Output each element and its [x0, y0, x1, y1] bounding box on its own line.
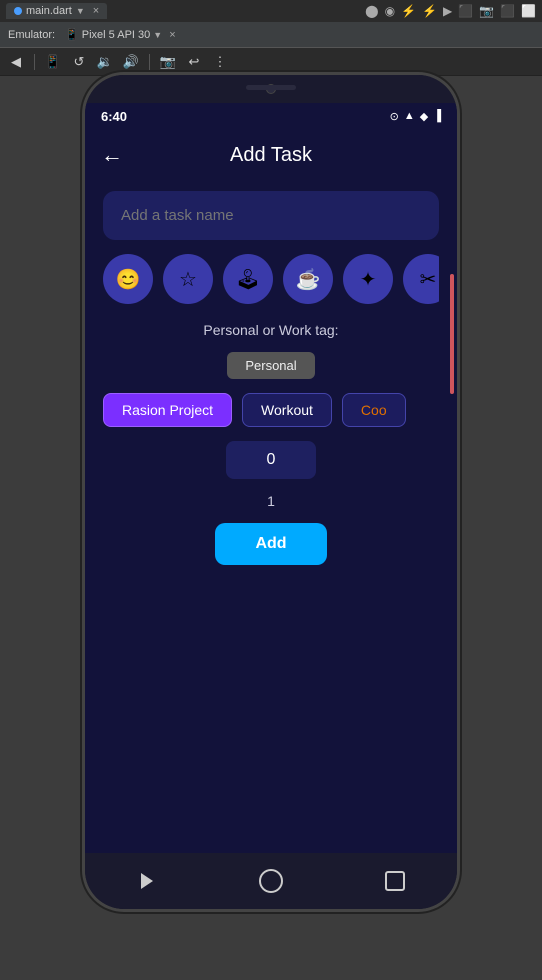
- workout-tag-label: Workout: [261, 402, 313, 418]
- cook-tag-label: Coo: [361, 402, 387, 418]
- app-screen: ← Add Task 😊 ☆ 🕹 ☕ ✦ ✂ Personal or Work …: [85, 129, 457, 853]
- phone-bottom-nav: [85, 853, 457, 909]
- topbar-icons: ⬤ ◉ ⚡ ⚡ ▶ ⬛ 📷 ⬛ ⬜: [365, 4, 536, 18]
- wand-icon-btn[interactable]: ✦: [343, 254, 393, 304]
- app-header: ← Add Task: [85, 129, 457, 181]
- personal-tag-button[interactable]: Personal: [227, 352, 314, 379]
- scroll-indicator: [450, 274, 454, 394]
- tags-row: Rasion Project Workout Coo: [103, 393, 439, 427]
- phone-frame: 6:40 ⊙ ▲ ◆ ▐ ← Add Task 😊 ☆ 🕹 ☕: [82, 72, 460, 912]
- phone-icon: 📱: [65, 28, 79, 41]
- add-button[interactable]: Add: [215, 523, 326, 565]
- tag-label: Personal or Work tag:: [103, 322, 439, 338]
- location-icon: ⊙: [390, 110, 399, 123]
- icon-3: ⚡: [401, 4, 416, 18]
- rasion-tag-label: Rasion Project: [122, 402, 213, 418]
- number-value: 0: [267, 451, 276, 468]
- toolbar-back[interactable]: ◀: [6, 52, 26, 72]
- icon-1: ⬤: [365, 4, 378, 18]
- icon-5: ▶: [443, 4, 452, 18]
- tab-dot: [14, 7, 22, 15]
- ide-secondbar: Emulator: 📱 Pixel 5 API 30 ▼ ×: [0, 22, 542, 48]
- tab-chevron: ▼: [76, 6, 85, 16]
- back-icon: ←: [101, 142, 123, 168]
- tools-icon-btn[interactable]: ✂: [403, 254, 439, 304]
- workout-tag[interactable]: Workout: [242, 393, 332, 427]
- emulator-device[interactable]: 📱 Pixel 5 API 30 ▼ ×: [65, 28, 176, 41]
- toolbar-more[interactable]: ⋮: [210, 52, 230, 72]
- icon-6: ⬛: [458, 4, 473, 18]
- nav-home-button[interactable]: [253, 863, 289, 899]
- icon-2: ◉: [385, 4, 395, 18]
- phone-notch: [85, 75, 457, 103]
- cook-tag[interactable]: Coo: [342, 393, 406, 427]
- nav-home-icon: [259, 869, 283, 893]
- battery-icon: ▐: [433, 110, 441, 122]
- emulator-label-text: Emulator:: [8, 29, 55, 41]
- personal-tag-label: Personal: [245, 358, 296, 373]
- icon-7: 📷: [479, 4, 494, 18]
- toolbar-vol-up[interactable]: 🔊: [121, 52, 141, 72]
- counter-label: 1: [103, 493, 439, 509]
- app-content: 😊 ☆ 🕹 ☕ ✦ ✂ Personal or Work tag: Person…: [85, 181, 457, 853]
- emulator-device-label: Pixel 5 API 30: [82, 29, 151, 41]
- toolbar-sep-1: [34, 54, 35, 70]
- coffee-icon-btn[interactable]: ☕: [283, 254, 333, 304]
- status-bar: 6:40 ⊙ ▲ ◆ ▐: [85, 103, 457, 129]
- ide-tab[interactable]: main.dart ▼ ×: [6, 3, 107, 19]
- toolbar-back2[interactable]: ↩: [184, 52, 204, 72]
- star-icon-btn[interactable]: ☆: [163, 254, 213, 304]
- icon-9: ⬜: [521, 4, 536, 18]
- gamepad-icon-btn[interactable]: 🕹: [223, 254, 273, 304]
- page-title: Add Task: [133, 144, 409, 167]
- emulator-close[interactable]: ×: [169, 29, 175, 41]
- nav-recent-button[interactable]: [377, 863, 413, 899]
- status-time: 6:40: [101, 109, 127, 124]
- ide-topbar: main.dart ▼ × ⬤ ◉ ⚡ ⚡ ▶ ⬛ 📷 ⬛ ⬜: [0, 0, 542, 22]
- back-button[interactable]: ←: [101, 142, 133, 168]
- signal-icon: ▲: [404, 110, 415, 122]
- icon-row: 😊 ☆ 🕹 ☕ ✦ ✂: [103, 254, 439, 308]
- rasion-tag[interactable]: Rasion Project: [103, 393, 232, 427]
- toolbar-phone[interactable]: 📱: [43, 52, 63, 72]
- add-button-label: Add: [255, 535, 286, 552]
- wifi-bars: ◆: [420, 110, 428, 123]
- toolbar-screenshot[interactable]: 📷: [158, 52, 178, 72]
- toolbar-rotate[interactable]: ↺: [69, 52, 89, 72]
- status-icons: ⊙ ▲ ◆ ▐: [390, 110, 441, 123]
- icon-4: ⚡: [422, 4, 437, 18]
- speaker-bar: [246, 85, 296, 90]
- face-icon-btn[interactable]: 😊: [103, 254, 153, 304]
- task-name-input[interactable]: [103, 191, 439, 240]
- emulator-chevron: ▼: [153, 30, 162, 40]
- toolbar-sep-2: [149, 54, 150, 70]
- toolbar-vol-down[interactable]: 🔉: [95, 52, 115, 72]
- icon-8: ⬛: [500, 4, 515, 18]
- tab-close[interactable]: ×: [93, 5, 99, 17]
- number-display: 0: [226, 441, 316, 479]
- nav-back-icon: [141, 873, 153, 889]
- nav-recent-icon: [385, 871, 405, 891]
- emulator-label: Emulator:: [8, 29, 55, 41]
- nav-back-button[interactable]: [129, 863, 165, 899]
- tab-label: main.dart: [26, 5, 72, 17]
